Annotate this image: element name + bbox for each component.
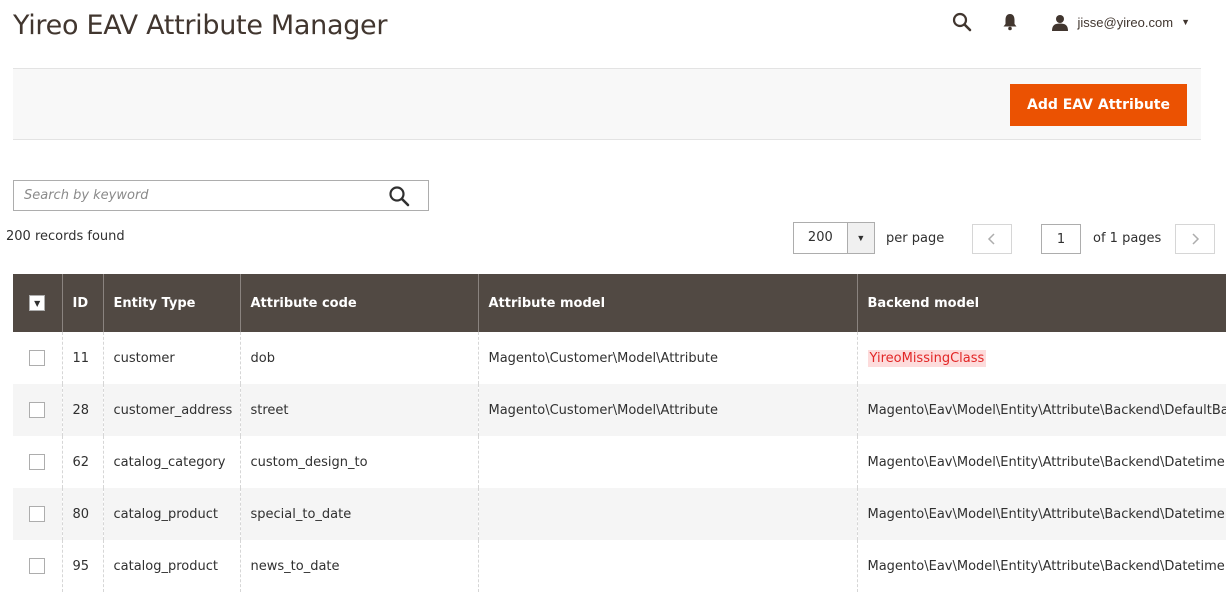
per-page-value: 200: [794, 223, 848, 253]
row-select-cell: [13, 488, 62, 540]
row-select-cell: [13, 436, 62, 488]
user-email: jisse@yireo.com: [1077, 14, 1174, 30]
cell-backend-model: Magento\Eav\Model\Entity\Attribute\Backe…: [856, 436, 1226, 488]
cell-backend-model: Magento\Eav\Model\Entity\Attribute\Backe…: [856, 488, 1226, 540]
table-row[interactable]: 28 customer_address street Magento\Custo…: [13, 384, 1226, 436]
cell-id: 95: [61, 540, 103, 592]
records-found: 200 records found: [6, 229, 125, 244]
cell-backend-model: Magento\Eav\Model\Entity\Attribute\Backe…: [856, 540, 1226, 592]
grid-header-row: ▼ ID Entity Type Attribute code Attribut…: [13, 274, 1226, 332]
row-select-cell: [13, 332, 62, 384]
cell-attribute-model: [477, 488, 857, 540]
chevron-left-icon: [987, 233, 995, 245]
global-search-icon[interactable]: [950, 10, 974, 34]
previous-page-button[interactable]: [972, 224, 1012, 254]
cell-attribute-model: Magento\Customer\Model\Attribute: [477, 332, 857, 384]
row-select-cell: [13, 540, 62, 592]
cell-attribute-code: street: [239, 384, 478, 436]
missing-class-badge: YireoMissingClass: [867, 349, 987, 367]
column-header-backend-model[interactable]: Backend model: [856, 274, 1226, 332]
current-page-input[interactable]: [1041, 224, 1081, 254]
table-row[interactable]: 62 catalog_category custom_design_to Mag…: [13, 436, 1226, 488]
search-input[interactable]: [14, 181, 394, 210]
row-checkbox[interactable]: [29, 402, 46, 418]
table-row[interactable]: 80 catalog_product special_to_date Magen…: [13, 488, 1226, 540]
user-account-menu[interactable]: jisse@yireo.com ▼: [1051, 14, 1190, 31]
cell-attribute-code: news_to_date: [239, 540, 478, 592]
column-header-attribute-model[interactable]: Attribute model: [477, 274, 857, 332]
page-actions-bar: Add EAV Attribute: [13, 68, 1201, 140]
cell-entity-type: customer: [102, 332, 240, 384]
cell-attribute-code: special_to_date: [239, 488, 478, 540]
caret-down-icon[interactable]: ▼: [847, 223, 874, 253]
mass-select-checkbox[interactable]: ▼: [29, 295, 46, 311]
cell-id: 28: [61, 384, 103, 436]
cell-backend-model: YireoMissingClass: [856, 332, 1226, 384]
row-checkbox[interactable]: [29, 506, 46, 522]
cell-entity-type: customer_address: [102, 384, 240, 436]
table-row[interactable]: 11 customer dob Magento\Customer\Model\A…: [13, 332, 1226, 384]
caret-down-icon: ▼: [1181, 17, 1190, 27]
cell-attribute-code: custom_design_to: [239, 436, 478, 488]
cell-backend-model: Magento\Eav\Model\Entity\Attribute\Backe…: [856, 384, 1226, 436]
cell-entity-type: catalog_product: [102, 488, 240, 540]
user-icon: [1051, 14, 1068, 31]
pages-label: of 1 pages: [1093, 231, 1162, 246]
per-page-select[interactable]: 200 ▼: [793, 222, 875, 254]
cell-attribute-model: [477, 540, 857, 592]
row-checkbox[interactable]: [29, 350, 46, 366]
chevron-right-icon: [1192, 233, 1200, 245]
search-icon[interactable]: [388, 185, 410, 207]
cell-id: 80: [61, 488, 103, 540]
add-eav-attribute-button[interactable]: Add EAV Attribute: [1009, 84, 1187, 126]
cell-attribute-model: Magento\Customer\Model\Attribute: [477, 384, 857, 436]
page-title: Yireo EAV Attribute Manager: [13, 10, 388, 41]
column-header-attribute-code[interactable]: Attribute code: [239, 274, 478, 332]
per-page-label: per page: [886, 231, 945, 246]
cell-entity-type: catalog_category: [102, 436, 240, 488]
row-checkbox[interactable]: [29, 558, 46, 574]
column-header-entity-type[interactable]: Entity Type: [102, 274, 240, 332]
cell-attribute-code: dob: [239, 332, 478, 384]
keyword-search: [13, 180, 429, 211]
cell-attribute-model: [477, 436, 857, 488]
bell-icon[interactable]: [998, 10, 1022, 34]
column-header-id[interactable]: ID: [61, 274, 103, 332]
row-checkbox[interactable]: [29, 454, 46, 470]
cell-entity-type: catalog_product: [102, 540, 240, 592]
mass-select-column: ▼: [13, 274, 62, 332]
attributes-grid: ▼ ID Entity Type Attribute code Attribut…: [13, 274, 1226, 592]
next-page-button[interactable]: [1175, 224, 1215, 254]
row-select-cell: [13, 384, 62, 436]
header-actions: jisse@yireo.com ▼: [950, 10, 1190, 34]
cell-id: 62: [61, 436, 103, 488]
cell-id: 11: [61, 332, 103, 384]
table-row[interactable]: 95 catalog_product news_to_date Magento\…: [13, 540, 1226, 592]
